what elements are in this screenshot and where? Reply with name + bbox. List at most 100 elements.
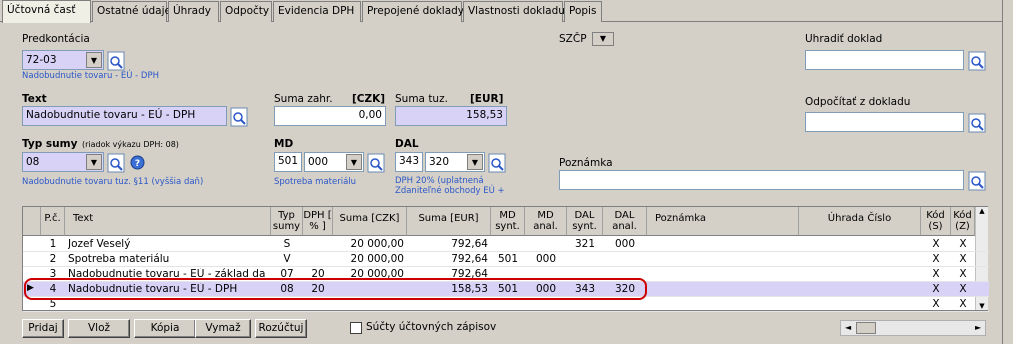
kopia-button[interactable]: Kópia bbox=[134, 319, 196, 338]
dal-desc-2: Zdaniteľné obchody EÚ + bbox=[395, 186, 505, 196]
cell-eur[interactable]: 792,64 bbox=[410, 238, 488, 250]
col-header-text[interactable]: Text bbox=[65, 207, 271, 236]
horizontal-scrollbar[interactable]: ◄ ► bbox=[840, 320, 986, 336]
odpocitat-input[interactable] bbox=[805, 112, 964, 132]
svg-text:?: ? bbox=[135, 159, 140, 169]
search-icon[interactable] bbox=[488, 153, 506, 173]
chevron-down-icon[interactable]: ▼ bbox=[86, 154, 102, 170]
cell-eur[interactable]: 792,64 bbox=[410, 253, 488, 265]
col-header-md-anal[interactable]: MD anal. bbox=[525, 207, 567, 236]
search-icon[interactable] bbox=[968, 113, 986, 133]
window-scrollbar[interactable] bbox=[1002, 0, 1013, 344]
col-header-kod-z[interactable]: Kód (Z) bbox=[951, 207, 975, 236]
poznamka-label: Poznámka bbox=[559, 157, 613, 169]
cell-kz[interactable]: X bbox=[954, 253, 972, 265]
tab-ostatne-udaje[interactable]: Ostatné údaje bbox=[92, 1, 171, 22]
text-input[interactable]: Nadobudnutie tovaru - EÚ - DPH bbox=[22, 106, 227, 126]
suma-tuz-label: Suma tuz. bbox=[395, 93, 448, 105]
col-header-dal-anal[interactable]: DAL anal. bbox=[603, 207, 647, 236]
cell-pc[interactable]: 2 bbox=[44, 253, 62, 265]
md-anal-value: 000 bbox=[308, 156, 329, 168]
cell-dals[interactable]: 321 bbox=[570, 238, 600, 250]
search-icon[interactable] bbox=[968, 51, 986, 71]
cell-kz[interactable]: X bbox=[954, 298, 972, 310]
search-icon[interactable] bbox=[367, 153, 385, 173]
predkontacia-desc: Nadobudnutie tovaru - EÚ - DPH bbox=[22, 71, 159, 81]
col-header-md-synt[interactable]: MD synt. bbox=[491, 207, 525, 236]
md-anal-select[interactable]: 000 ▼ bbox=[304, 152, 364, 172]
szcp-label: SZČP bbox=[559, 33, 587, 45]
tab-evidencia-dph[interactable]: Evidencia DPH bbox=[273, 1, 361, 22]
tab-prepojene-doklady[interactable]: Prepojené doklady bbox=[362, 1, 464, 22]
col-header-poznamka[interactable]: Poznámka bbox=[647, 207, 799, 236]
uhradit-input[interactable] bbox=[805, 50, 964, 70]
search-icon[interactable] bbox=[968, 171, 986, 191]
col-header-uhrada-cislo[interactable]: Úhrada Číslo bbox=[799, 207, 921, 236]
cell-ks[interactable]: X bbox=[924, 253, 948, 265]
col-header-kod-s[interactable]: Kód (S) bbox=[921, 207, 951, 236]
tab-vlastnosti-dokladu[interactable]: Vlastnosti dokladu bbox=[463, 1, 565, 22]
tab-uctovna-cast[interactable]: Účtovná časť bbox=[2, 0, 91, 23]
search-icon[interactable] bbox=[107, 51, 125, 71]
cell-ks[interactable]: X bbox=[924, 283, 948, 295]
typ-sumy-select[interactable]: 08 ▼ bbox=[22, 152, 104, 172]
tab-uhrady[interactable]: Úhrady bbox=[168, 1, 219, 22]
vloz-button[interactable]: Vlož bbox=[68, 319, 130, 338]
md-synt-input[interactable]: 501 bbox=[274, 152, 302, 172]
chevron-down-icon[interactable]: ▼ bbox=[467, 154, 483, 170]
dal-desc-1: DPH 20% (uplatnená bbox=[395, 176, 484, 186]
col-header-pc[interactable]: P.č. bbox=[41, 207, 65, 236]
chevron-down-icon[interactable]: ▼ bbox=[346, 154, 362, 170]
cell-kz[interactable]: X bbox=[954, 283, 972, 295]
scroll-right-icon[interactable]: ► bbox=[975, 323, 981, 332]
col-header-typ-sumy[interactable]: Typ sumy bbox=[271, 207, 303, 236]
dal-anal-select[interactable]: 320 ▼ bbox=[425, 152, 485, 172]
suma-tuz-input[interactable]: 158,53 bbox=[395, 106, 507, 126]
cell-ks[interactable]: X bbox=[924, 298, 948, 310]
tab-odpocty[interactable]: Odpočty bbox=[220, 1, 272, 22]
search-icon[interactable] bbox=[230, 107, 248, 127]
predkontacia-select[interactable]: 72-03 ▼ bbox=[22, 50, 104, 70]
typ-sumy-value: 08 bbox=[26, 156, 40, 168]
help-icon[interactable]: ? bbox=[130, 155, 145, 170]
poznamka-input[interactable] bbox=[559, 170, 964, 190]
cell-dala[interactable]: 000 bbox=[606, 238, 644, 250]
table-row[interactable]: 2 Spotreba materiálu V 20 000,00 792,64 501 00… bbox=[23, 252, 989, 267]
col-header-suma-eur[interactable]: Suma [EUR] bbox=[407, 207, 491, 236]
cell-ks[interactable]: X bbox=[924, 268, 948, 280]
cell-pc[interactable]: 1 bbox=[44, 238, 62, 250]
suma-zahr-input[interactable]: 0,00 bbox=[274, 106, 386, 126]
typ-sumy-label: Typ sumy bbox=[22, 138, 78, 150]
cell-kz[interactable]: X bbox=[954, 238, 972, 250]
search-icon[interactable] bbox=[107, 153, 125, 173]
col-header-dph[interactable]: DPH [ % ] bbox=[303, 207, 333, 236]
sucty-label: Súčty účtovných zápisov bbox=[366, 321, 497, 333]
cell-text[interactable]: Jozef Veselý bbox=[68, 238, 268, 250]
dal-synt-input[interactable]: 343 bbox=[395, 152, 423, 172]
cell-typ[interactable]: S bbox=[274, 238, 300, 250]
cell-mda[interactable]: 000 bbox=[528, 253, 564, 265]
cell-mds[interactable]: 501 bbox=[494, 253, 522, 265]
chevron-down-icon[interactable]: ▼ bbox=[86, 52, 102, 68]
odpocitat-label: Odpočítať z dokladu bbox=[805, 96, 911, 108]
suma-tuz-currency: [EUR] bbox=[470, 93, 504, 105]
szcp-dropdown[interactable]: ▼ bbox=[592, 32, 614, 46]
cell-text[interactable]: Spotreba materiálu bbox=[68, 253, 268, 265]
col-header-dal-synt[interactable]: DAL synt. bbox=[567, 207, 603, 236]
sucty-checkbox[interactable] bbox=[350, 322, 362, 334]
pridaj-button[interactable]: Pridaj bbox=[22, 319, 64, 338]
scroll-left-icon[interactable]: ◄ bbox=[845, 323, 851, 332]
cell-typ[interactable]: V bbox=[274, 253, 300, 265]
cell-czk[interactable]: 20 000,00 bbox=[336, 253, 404, 265]
col-header-suma-czk[interactable]: Suma [CZK] bbox=[333, 207, 407, 236]
scroll-thumb[interactable] bbox=[856, 322, 876, 334]
scroll-up-icon[interactable]: ▲ bbox=[976, 207, 988, 215]
rozuctuj-button[interactable]: Rozúčtuj bbox=[255, 319, 307, 338]
cell-czk[interactable]: 20 000,00 bbox=[336, 238, 404, 250]
table-row[interactable]: 1 Jozef Veselý S 20 000,00 792,64 321 000 X X bbox=[23, 237, 989, 252]
vymaz-button[interactable]: Vymaž bbox=[195, 319, 251, 338]
tab-bar: Účtovná časť Ostatné údaje Úhrady Odpočt… bbox=[0, 0, 1013, 23]
tab-popis[interactable]: Popis bbox=[564, 1, 602, 22]
cell-ks[interactable]: X bbox=[924, 238, 948, 250]
cell-kz[interactable]: X bbox=[954, 268, 972, 280]
